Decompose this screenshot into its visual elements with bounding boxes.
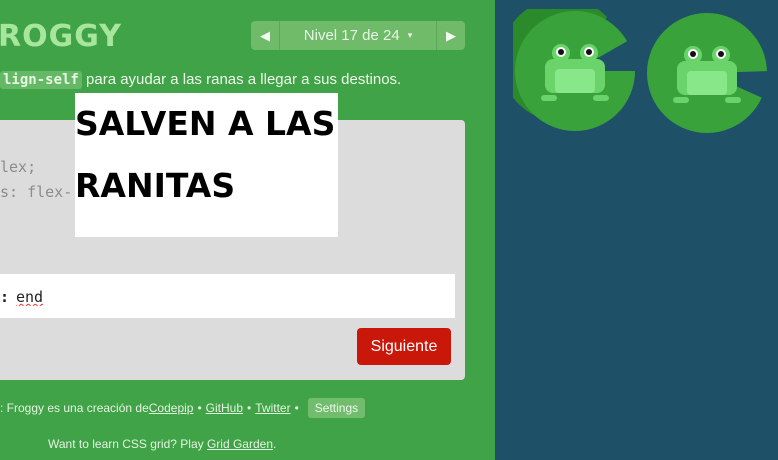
grid-promo-suffix: . xyxy=(273,437,277,451)
frog-icon xyxy=(513,9,637,131)
codepip-link[interactable]: Codepip xyxy=(149,401,194,415)
credits-footer: : Froggy es una creación de Codepip • Gi… xyxy=(0,398,366,418)
level-navigator: ◀ Nivel 17 de 24 ▾ ▶ xyxy=(251,21,465,50)
instructions-sentence: para ayudar a las ranas a llegar a sus d… xyxy=(81,71,402,88)
code-input-row: : xyxy=(0,274,455,318)
grid-garden-promo: Want to learn CSS grid? Play Grid Garden… xyxy=(48,437,276,451)
next-button[interactable]: Siguiente xyxy=(357,328,451,365)
code-input-prefix: : xyxy=(0,288,10,306)
arrow-right-icon: ▶ xyxy=(446,27,456,43)
next-level-button[interactable]: ▶ xyxy=(436,21,465,50)
settings-button[interactable]: Settings xyxy=(307,398,366,418)
level-dropdown[interactable]: Nivel 17 de 24 ▾ xyxy=(280,21,436,50)
overlay-line-2: RANITAS xyxy=(75,166,236,205)
separator: • xyxy=(197,401,202,415)
github-link[interactable]: GitHub xyxy=(206,401,243,415)
overlay-message: SALVEN A LAS RANITAS xyxy=(75,93,335,217)
code-line-2: s: flex- xyxy=(0,183,73,201)
twitter-link[interactable]: Twitter xyxy=(255,401,290,415)
level-label: Nivel 17 de 24 xyxy=(303,27,400,44)
separator: • xyxy=(247,401,252,415)
caret-down-icon: ▾ xyxy=(407,30,413,40)
pond-board xyxy=(495,0,778,460)
grid-garden-link[interactable]: Grid Garden xyxy=(207,437,273,451)
arrow-left-icon: ◀ xyxy=(260,27,270,43)
app-logo: ROGGY xyxy=(0,19,122,54)
property-code: lign-self xyxy=(0,71,82,89)
css-answer-input[interactable] xyxy=(16,285,436,309)
overlay-line-1: SALVEN A LAS xyxy=(75,104,336,143)
prev-level-button[interactable]: ◀ xyxy=(251,21,280,50)
overlay-banner: SALVEN A LAS RANITAS xyxy=(75,93,338,237)
code-line-1: lex; xyxy=(0,158,37,176)
frog-icon xyxy=(647,13,769,133)
credits-text: : Froggy es una creación de xyxy=(0,401,149,415)
instructions-text: lign-self para ayudar a las ranas a lleg… xyxy=(0,71,402,89)
grid-promo-text: Want to learn CSS grid? Play xyxy=(48,437,207,451)
separator: • xyxy=(294,401,299,415)
